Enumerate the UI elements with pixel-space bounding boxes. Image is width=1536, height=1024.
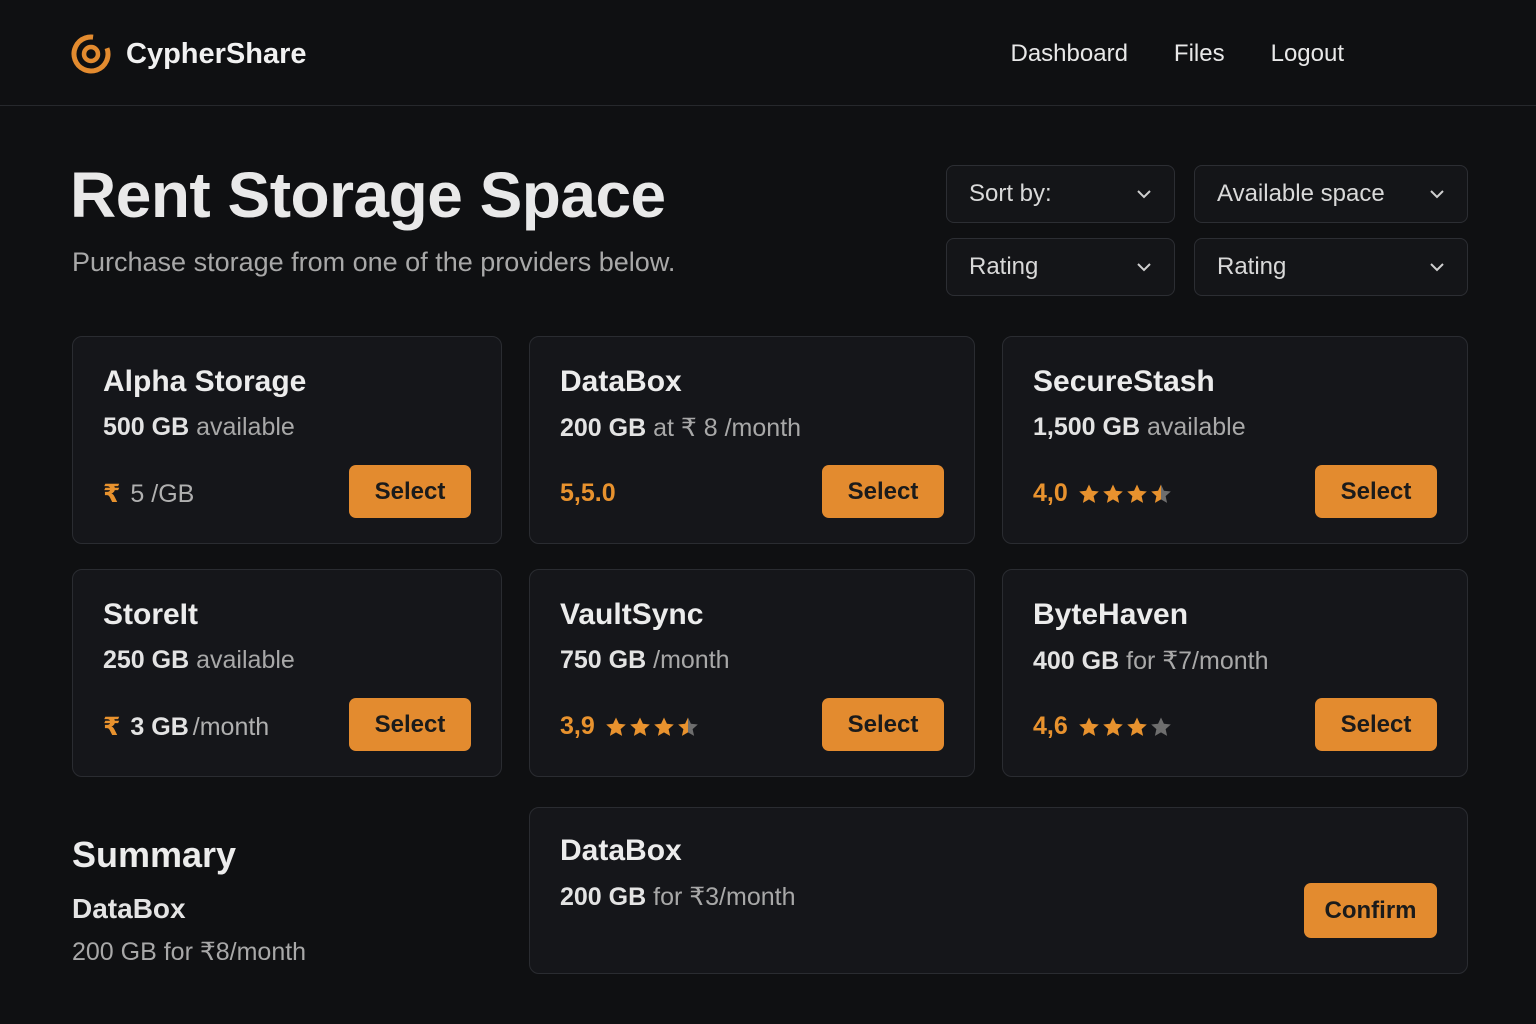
star-rating [605,716,699,738]
rupee-icon: ₹ [103,480,121,508]
provider-detail-rest: available [189,413,295,441]
star-icon [677,717,698,736]
page-subtitle: Purchase storage from one of the provide… [72,247,676,277]
star-icon [1126,717,1147,736]
space-dropdown[interactable]: Available space [1194,165,1468,223]
confirm-button[interactable]: Confirm [1304,883,1437,938]
price-amount: 3 GB [130,712,189,741]
provider-rating: 4,6 [1033,712,1172,741]
summary-title: Summary [72,834,237,875]
chevron-down-icon [1430,190,1444,199]
star-icon [1126,484,1147,503]
select-button[interactable]: Select [349,465,471,518]
provider-name: Alpha Storage [103,365,307,398]
space-dropdown-value: Available space [1217,180,1385,207]
nav-files[interactable]: Files [1174,40,1225,68]
provider-card: StoreIt 250 GB available ₹3 GB /month Se… [72,569,502,777]
price-text: /month [192,712,270,741]
rating-value: 3,9 [560,712,595,740]
provider-detail-rest: for ₹7/month [1119,647,1269,675]
provider-detail: 500 GB available [103,413,295,442]
star-icon [1150,484,1171,503]
star-rating [1078,483,1172,505]
provider-price: ₹3 GB /month [103,712,269,742]
sort-by-dropdown[interactable]: Sort by: [946,165,1175,223]
top-bar: CypherShare Dashboard Files Logout [0,0,1536,106]
provider-amount: 500 GB [103,413,190,441]
star-icon [605,717,626,736]
provider-amount: 250 GB [103,646,190,674]
nav-dashboard[interactable]: Dashboard [1011,40,1128,68]
select-button[interactable]: Select [822,465,944,518]
sort-by-label: Sort by: [969,180,1052,207]
provider-name: VaultSync [560,598,704,631]
provider-detail: 250 GB available [103,646,295,675]
star-icon [653,717,674,736]
star-icon [1078,484,1099,503]
provider-detail-rest: available [189,646,295,674]
provider-detail: 1,500 GB available [1033,413,1246,442]
provider-name: StoreIt [103,598,199,631]
star-rating [1078,716,1172,738]
provider-amount: 200 GB [560,414,647,442]
provider-detail: 750 GB /month [560,646,730,675]
provider-amount: 1,500 GB [1033,413,1141,441]
select-button[interactable]: Select [1315,698,1437,751]
provider-price: ₹ 5 /GB [103,479,194,509]
chevron-down-icon [1137,190,1151,199]
star-icon [1102,484,1123,503]
provider-detail: 200 GB at ₹ 8 /month [560,413,801,443]
summary-detail: 200 GB for ₹8/month [72,938,307,966]
price-text: 5 /GB [130,479,195,508]
provider-card: SecureStash 1,500 GB available 4,0 Selec… [1002,336,1468,544]
star-icon [629,717,650,736]
provider-detail: 400 GB for ₹7/month [1033,646,1268,676]
provider-detail-rest: at ₹ 8 /month [646,414,802,442]
confirm-detail-rest: for ₹3/month [646,883,796,911]
rating-value: 5,5.0 [560,479,616,507]
provider-card: Alpha Storage 500 GB available ₹ 5 /GB S… [72,336,502,544]
rating-dropdown-2-value: Rating [1217,253,1287,280]
confirm-detail: 200 GB for ₹3/month [560,882,795,912]
select-button[interactable]: Select [349,698,471,751]
page: CypherShare Dashboard Files Logout Rent … [0,0,1536,1024]
confirm-card: DataBox 200 GB for ₹3/month Confirm [529,807,1468,974]
provider-card: VaultSync 750 GB /month 3,9 Select [529,569,975,777]
provider-detail-rest: /month [646,646,730,674]
provider-amount: 400 GB [1033,647,1120,675]
provider-name: DataBox [560,365,682,398]
rating-dropdown-1-value: Rating [969,253,1039,280]
provider-rating: 4,0 [1033,479,1172,508]
provider-card: DataBox 200 GB at ₹ 8 /month 5,5.0 Selec… [529,336,975,544]
rating-value: 4,6 [1033,712,1068,740]
confirm-provider-name: DataBox [560,834,682,867]
brand[interactable]: CypherShare [70,33,307,75]
provider-detail-rest: available [1140,413,1246,441]
app-name: CypherShare [126,37,307,70]
star-icon [1102,717,1123,736]
star-icon [1078,717,1099,736]
rating-value: 4,0 [1033,479,1068,507]
chevron-down-icon [1137,263,1151,272]
rupee-icon: ₹ [103,713,121,741]
select-button[interactable]: Select [822,698,944,751]
provider-rating: 3,9 [560,712,699,741]
provider-name: SecureStash [1033,365,1215,398]
chevron-down-icon [1430,263,1444,272]
star-icon [1150,717,1171,736]
provider-name: ByteHaven [1033,598,1189,631]
nav-logout[interactable]: Logout [1271,40,1344,68]
rating-dropdown-1[interactable]: Rating [946,238,1175,296]
provider-rating: 5,5.0 [560,479,626,508]
rating-dropdown-2[interactable]: Rating [1194,238,1468,296]
page-title: Rent Storage Space [70,159,666,231]
confirm-amount: 200 GB [560,883,647,911]
select-button[interactable]: Select [1315,465,1437,518]
logo-icon [71,34,111,74]
main-nav: Dashboard Files Logout [1011,40,1345,68]
summary-provider-name: DataBox [72,893,186,924]
provider-amount: 750 GB [560,646,647,674]
provider-card: ByteHaven 400 GB for ₹7/month 4,6 Select [1002,569,1468,777]
